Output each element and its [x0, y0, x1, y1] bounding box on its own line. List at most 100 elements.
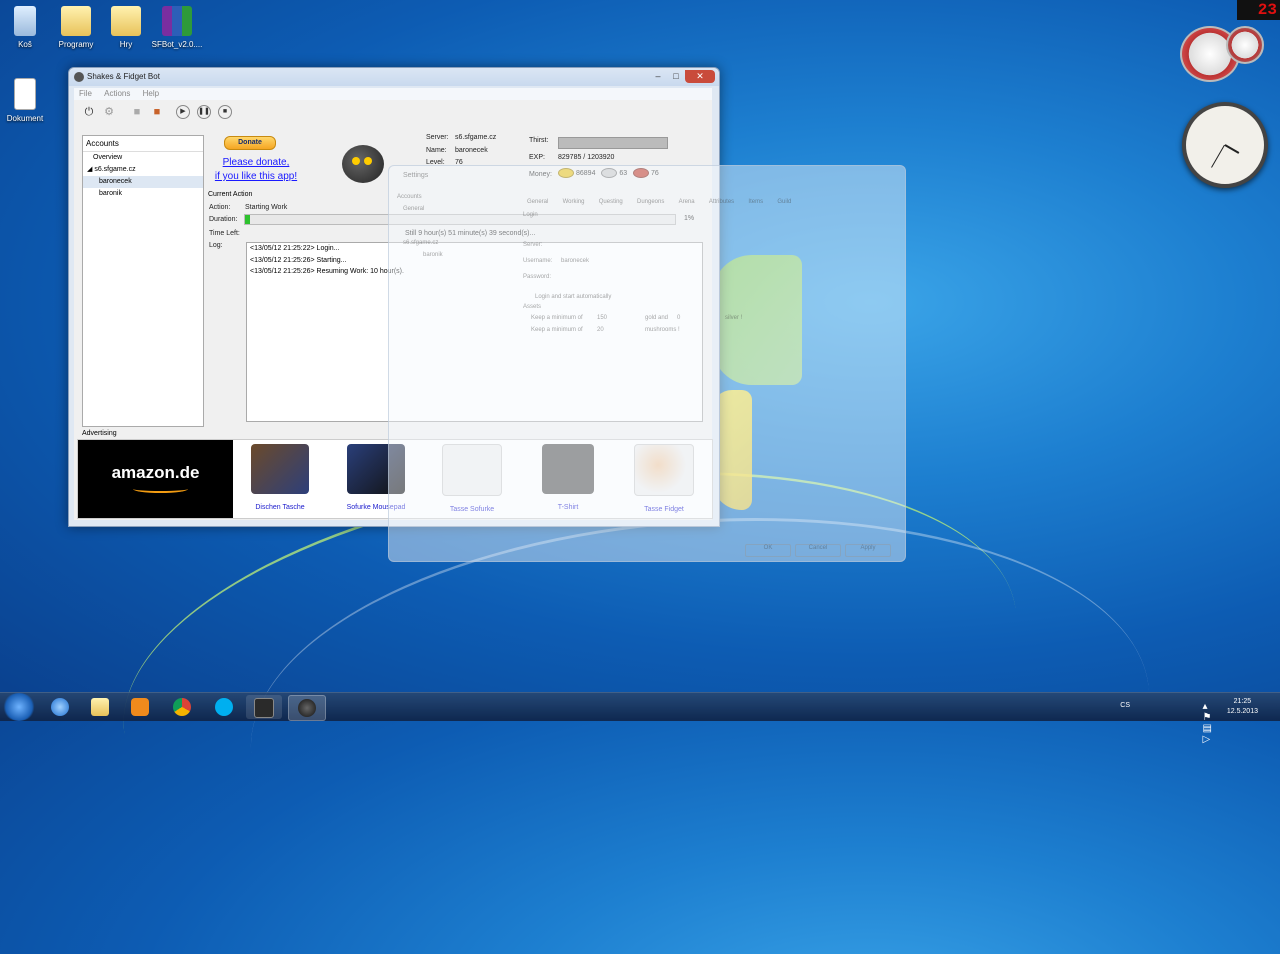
keep-gold-input[interactable]: 150 [597, 315, 607, 321]
mascot-eye [352, 157, 360, 165]
taskbar-bot[interactable] [288, 695, 326, 721]
settings-tree-item[interactable]: Accounts [397, 194, 422, 200]
settings-tree-item[interactable]: General [403, 206, 424, 212]
tab-general[interactable]: General [521, 198, 554, 206]
accounts-tree[interactable]: Accounts Overview ◢ s6.sfgame.cz baronec… [82, 135, 204, 427]
exp-label: EXP: [529, 154, 545, 161]
maximize-button[interactable]: □ [667, 70, 685, 83]
settings-tree-item[interactable]: s6.sfgame.cz [403, 240, 438, 246]
terminal-icon [254, 698, 274, 718]
menu-bar: File Actions Help [74, 88, 712, 100]
power-icon[interactable]: ⏻ [82, 105, 96, 119]
taskbar-chrome[interactable] [164, 695, 200, 719]
log-label: Log: [209, 242, 223, 249]
tab-arena[interactable]: Arena [673, 198, 701, 206]
tab-dungeons[interactable]: Dungeons [631, 198, 670, 206]
window-titlebar[interactable]: Shakes & Fidget Bot – □ ✕ [69, 68, 719, 86]
gold-and-label: gold and [645, 315, 669, 321]
menu-file[interactable]: File [74, 88, 97, 100]
tab-questing[interactable]: Questing [593, 198, 629, 206]
document-icon [14, 78, 36, 110]
desktop-icon-label: Koš [18, 40, 32, 49]
tab-working[interactable]: Working [557, 198, 591, 206]
donate-button[interactable]: Donate [224, 136, 276, 150]
advertising-label: Advertising [82, 430, 117, 437]
clock-gadget [1182, 102, 1268, 188]
taskbar-app[interactable] [246, 695, 282, 719]
login-group-label: Login [523, 212, 538, 218]
keep-gold-label: Keep a minimum of [531, 315, 583, 321]
settings-dialog[interactable]: Settings Accounts General s6.sfgame.cz b… [388, 165, 906, 562]
folder-icon [91, 698, 109, 716]
mushrooms-label: mushrooms ! [645, 327, 680, 333]
server-label: Server: [426, 134, 449, 141]
settings-tabs: General Working Questing Dungeons Arena … [521, 196, 797, 206]
account-icon[interactable]: ■ [130, 105, 144, 119]
settings-title: Settings [403, 172, 429, 179]
username-field[interactable]: baronecek [561, 258, 589, 264]
mascot-eye [364, 157, 372, 165]
window-title: Shakes & Fidget Bot [87, 72, 160, 81]
clock-display[interactable]: 21:25 12.5.2013 [1227, 697, 1258, 717]
ad-product[interactable]: Dischen Tasche [240, 444, 320, 511]
thirst-label: Thirst: [529, 137, 549, 144]
tray-icons[interactable]: ▴ ⚑ ▤ ▷ [1203, 701, 1216, 745]
minimize-button[interactable]: – [649, 70, 667, 83]
assets-group-label: Assets [523, 304, 542, 310]
taskbar-media-player[interactable] [122, 695, 158, 719]
keep-mushroom-input[interactable]: 20 [597, 327, 604, 333]
cancel-button[interactable]: Cancel [795, 544, 841, 557]
play-icon[interactable]: ▶ [176, 105, 190, 119]
tab-items[interactable]: Items [742, 198, 769, 206]
settings-gear-icon[interactable]: ⚙ [102, 105, 116, 119]
amazon-logo[interactable]: amazon.de [78, 440, 233, 518]
desktop-icon-dokument[interactable]: Dokument [0, 78, 55, 123]
name-value: baronecek [455, 147, 488, 154]
start-button[interactable] [2, 693, 36, 721]
settings-tree-item[interactable]: baronik [423, 252, 443, 258]
tree-item-baronecek[interactable]: baronecek [83, 176, 203, 188]
donate-link[interactable]: Please donate, if you like this app! [206, 156, 306, 184]
desktop-icon-label: SFBot_v2.0.... [151, 40, 203, 49]
winrar-archive-icon [162, 6, 192, 36]
menu-actions[interactable]: Actions [99, 88, 135, 100]
stop-icon[interactable]: ■ [218, 105, 232, 119]
taskbar-skype[interactable] [206, 695, 242, 719]
ok-button[interactable]: OK [745, 544, 791, 557]
tree-item-server[interactable]: ◢ s6.sfgame.cz [83, 164, 203, 176]
export-icon[interactable]: ■ [150, 105, 164, 119]
keep-mushroom-label: Keep a minimum of [531, 327, 583, 333]
tab-guild[interactable]: Guild [771, 198, 797, 206]
tab-attributes[interactable]: Attributes [703, 198, 740, 206]
apply-button[interactable]: Apply [845, 544, 891, 557]
silver-label: silver ! [725, 315, 743, 321]
accounts-header: Accounts [83, 136, 203, 152]
tree-item-baronik[interactable]: baronik [83, 188, 203, 200]
pause-icon[interactable]: ❚❚ [197, 105, 211, 119]
close-button[interactable]: ✕ [685, 70, 715, 83]
server-value: s6.sfgame.cz [455, 134, 497, 141]
timeleft-label: Time Left: [209, 230, 240, 237]
tree-item-overview[interactable]: Overview [83, 152, 203, 164]
recycle-bin-icon [14, 6, 36, 36]
bag-image [251, 444, 309, 494]
action-label: Action: [209, 204, 231, 211]
clock-hour-hand [1224, 144, 1240, 154]
time-text: 21:25 [1233, 698, 1252, 705]
duration-label: Duration: [209, 216, 238, 223]
action-value: Starting Work [245, 204, 288, 211]
desktop-icon-sfbot[interactable]: SFBot_v2.0.... [147, 6, 207, 49]
taskbar-explorer[interactable] [82, 695, 118, 719]
bomb-mascot-icon [342, 145, 384, 183]
taskbar: CS ▴ ⚑ ▤ ▷ 21:25 12.5.2013 [0, 692, 1280, 745]
desktop-icon-label: Programy [58, 40, 94, 49]
autostart-checkbox[interactable]: Login and start automatically [535, 294, 611, 300]
amazon-smile-icon [133, 485, 188, 493]
bomb-icon [298, 699, 316, 717]
username-field-label: Username: [523, 258, 553, 264]
menu-help[interactable]: Help [138, 88, 164, 100]
keep-silver-input[interactable]: 0 [677, 315, 680, 321]
taskbar-ie[interactable] [42, 695, 78, 719]
language-indicator[interactable]: CS [1120, 702, 1130, 709]
date-text: 12.5.2013 [1226, 708, 1258, 715]
